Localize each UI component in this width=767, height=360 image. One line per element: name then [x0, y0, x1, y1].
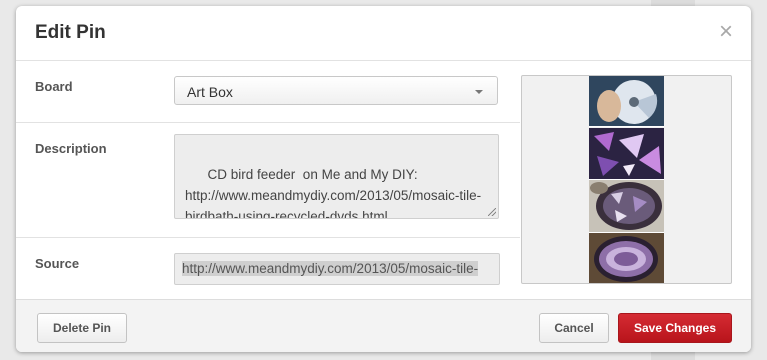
dialog-title: Edit Pin	[35, 22, 106, 43]
board-row: Board Art Box	[16, 61, 520, 123]
delete-pin-button[interactable]: Delete Pin	[37, 313, 127, 343]
description-row: Description CD bird feeder on Me and My …	[16, 123, 520, 238]
source-row: Source http://www.meandmydiy.com/2013/05…	[16, 238, 520, 298]
cancel-button[interactable]: Cancel	[539, 313, 609, 343]
description-text: CD bird feeder on Me and My DIY: http://…	[185, 167, 482, 219]
source-input-value: http://www.meandmydiy.com/2013/05/mosaic…	[182, 261, 479, 276]
resize-grip-icon[interactable]	[488, 208, 496, 216]
pin-image-preview	[521, 75, 732, 284]
source-label: Source	[35, 256, 80, 271]
close-icon[interactable]: ×	[717, 20, 735, 44]
dialog-header: Edit Pin ×	[16, 6, 751, 61]
description-label: Description	[35, 141, 107, 156]
board-select[interactable]: Art Box	[174, 76, 498, 105]
chevron-down-icon	[475, 90, 483, 94]
source-input[interactable]: http://www.meandmydiy.com/2013/05/mosaic…	[174, 253, 500, 285]
board-selected-value: Art Box	[187, 84, 233, 100]
save-changes-button[interactable]: Save Changes	[618, 313, 732, 343]
board-label: Board	[35, 79, 73, 94]
edit-pin-dialog: Edit Pin × Board Art Box Description CD …	[16, 6, 751, 352]
description-textarea[interactable]: CD bird feeder on Me and My DIY: http://…	[174, 134, 499, 219]
dialog-footer: Delete Pin Cancel Save Changes	[16, 299, 751, 352]
pin-image	[589, 76, 664, 283]
pin-collage-image	[589, 76, 664, 283]
